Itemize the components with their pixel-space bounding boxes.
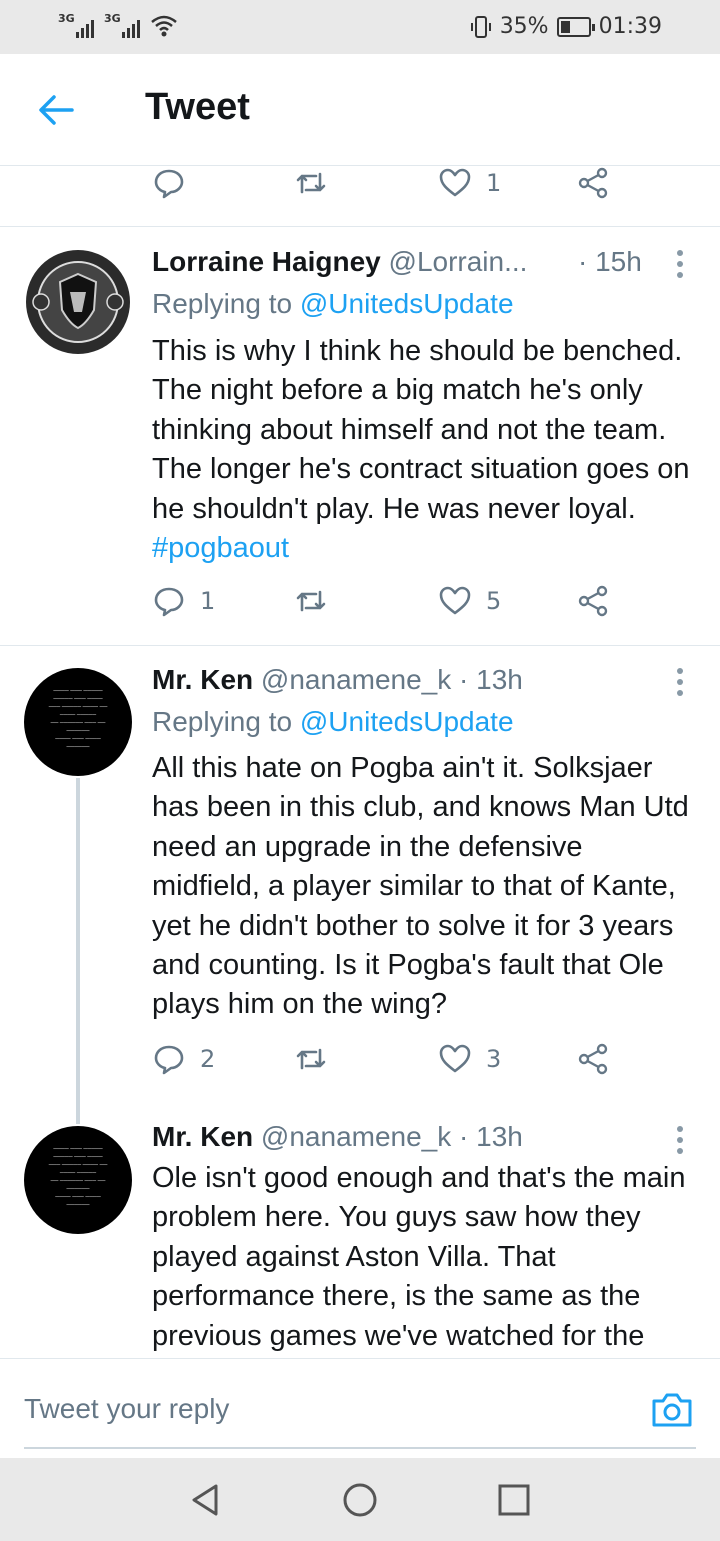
back-arrow-icon[interactable] [36, 90, 76, 130]
reply-icon [154, 1045, 184, 1075]
avatar[interactable] [24, 248, 132, 356]
replying-to: Replying to @UnitedsUpdate [152, 288, 514, 320]
tweet-actions: 1 5 [152, 584, 632, 628]
share-icon [578, 167, 608, 199]
system-nav-bar [0, 1458, 720, 1541]
page-title: Tweet [145, 86, 250, 128]
avatar-image: ▔▔▔▔ ▔▔▔ ▔▔▔▔▔ ▔▔▔▔▔ ▔▔▔ ▔▔▔▔ ▔▔▔ ▔▔▔▔▔ ▔▔… [48, 691, 108, 753]
divider [0, 645, 720, 646]
retweet-button[interactable] [294, 584, 328, 618]
more-options-icon[interactable] [676, 250, 684, 280]
avatar[interactable]: ▔▔▔▔ ▔▔▔ ▔▔▔▔▔ ▔▔▔▔▔ ▔▔▔ ▔▔▔▔ ▔▔▔ ▔▔▔▔▔ ▔▔… [24, 1126, 132, 1234]
retweet-icon [296, 172, 326, 194]
user-handle[interactable]: @Lorrain... [389, 246, 528, 277]
signal-icon: 3G [58, 12, 94, 38]
tweet-body: This is why I think he should be benched… [152, 332, 697, 568]
share-button[interactable] [576, 166, 610, 200]
avatar-image: ▔▔▔▔ ▔▔▔ ▔▔▔▔▔ ▔▔▔▔▔ ▔▔▔ ▔▔▔▔ ▔▔▔ ▔▔▔▔▔ ▔▔… [48, 1149, 108, 1211]
reply-button[interactable] [152, 166, 186, 200]
replying-to-prefix: Replying to [152, 288, 300, 319]
vibrate-icon [470, 15, 491, 38]
tweet-actions: 2 3 [152, 1042, 632, 1086]
replying-to-prefix: Replying to [152, 706, 300, 737]
like-button[interactable]: 5 [438, 584, 501, 618]
network-type-label: 3G [104, 12, 121, 25]
thread-connector [76, 778, 80, 1124]
clock: 01:39 [598, 14, 662, 39]
heart-icon [439, 1044, 471, 1073]
heart-icon [439, 586, 471, 615]
reply-icon [154, 587, 184, 617]
tweet-text: This is why I think he should be benched… [152, 335, 690, 525]
display-name[interactable]: Mr. Ken [152, 1121, 253, 1152]
reply-input[interactable]: Tweet your reply [24, 1393, 229, 1425]
user-handle[interactable]: @nanamene_k [261, 1121, 451, 1152]
tweet-header: Mr. Ken @nanamene_k · 13h [152, 1121, 523, 1153]
tweet-header: Mr. Ken @nanamene_k · 13h [152, 664, 523, 696]
tweet-header: Lorraine Haigney @Lorrain... [152, 246, 527, 278]
tweet-time: · 15h [578, 246, 642, 277]
retweet-icon [296, 1048, 326, 1070]
signal-icon: 3G [104, 12, 140, 38]
replying-to: Replying to @UnitedsUpdate [152, 706, 514, 738]
divider [0, 226, 720, 227]
share-icon [578, 1043, 608, 1075]
top-app-bar: Tweet [0, 54, 720, 166]
mention-link[interactable]: @UnitedsUpdate [300, 706, 514, 737]
retweet-icon [296, 590, 326, 612]
status-bar: 3G 3G 35% 01:39 [0, 0, 720, 54]
hashtag-link[interactable]: #pogbaout [152, 532, 289, 564]
manchester-united-crest-icon [26, 250, 130, 354]
input-underline [24, 1447, 696, 1449]
like-button[interactable]: 3 [438, 1042, 501, 1076]
tweet-time: · 13h [459, 1121, 523, 1152]
battery-icon [556, 16, 595, 37]
retweet-button[interactable] [294, 1042, 328, 1076]
network-type-label: 3G [58, 12, 75, 25]
more-options-icon[interactable] [676, 668, 684, 698]
heart-icon [439, 168, 471, 197]
wifi-icon [151, 15, 177, 37]
like-button[interactable]: 1 [438, 166, 501, 200]
share-button[interactable] [576, 1042, 610, 1076]
reply-count: 2 [200, 1045, 216, 1073]
like-count: 5 [486, 587, 502, 615]
mention-link[interactable]: @UnitedsUpdate [300, 288, 514, 319]
tweet-actions: 1 [152, 166, 632, 210]
camera-icon[interactable] [650, 1389, 694, 1429]
display-name[interactable]: Mr. Ken [152, 664, 253, 695]
tweet-body: Ole isn't good enough and that's the mai… [152, 1162, 686, 1352]
reply-icon [154, 169, 184, 199]
like-count: 1 [486, 169, 502, 197]
share-icon [578, 585, 608, 617]
share-button[interactable] [576, 584, 610, 618]
user-handle[interactable]: @nanamene_k [261, 664, 451, 695]
reply-button[interactable]: 1 [152, 584, 215, 618]
like-count: 3 [486, 1045, 502, 1073]
nav-back-icon[interactable] [188, 1482, 224, 1518]
nav-home-icon[interactable] [342, 1482, 378, 1518]
retweet-button[interactable] [294, 166, 328, 200]
more-options-icon[interactable] [676, 1126, 684, 1156]
reply-button[interactable]: 2 [152, 1042, 215, 1076]
battery-percent: 35% [499, 14, 549, 39]
nav-recents-icon[interactable] [496, 1482, 532, 1518]
reply-composer: Tweet your reply [0, 1358, 720, 1458]
tweet-time: · 13h [459, 664, 523, 695]
display-name[interactable]: Lorraine Haigney [152, 246, 381, 277]
avatar[interactable]: ▔▔▔▔ ▔▔▔ ▔▔▔▔▔ ▔▔▔▔▔ ▔▔▔ ▔▔▔▔ ▔▔▔ ▔▔▔▔▔ ▔▔… [24, 668, 132, 776]
reply-count: 1 [200, 587, 216, 615]
tweet-body: All this hate on Pogba ain't it. Solksja… [152, 752, 689, 1021]
